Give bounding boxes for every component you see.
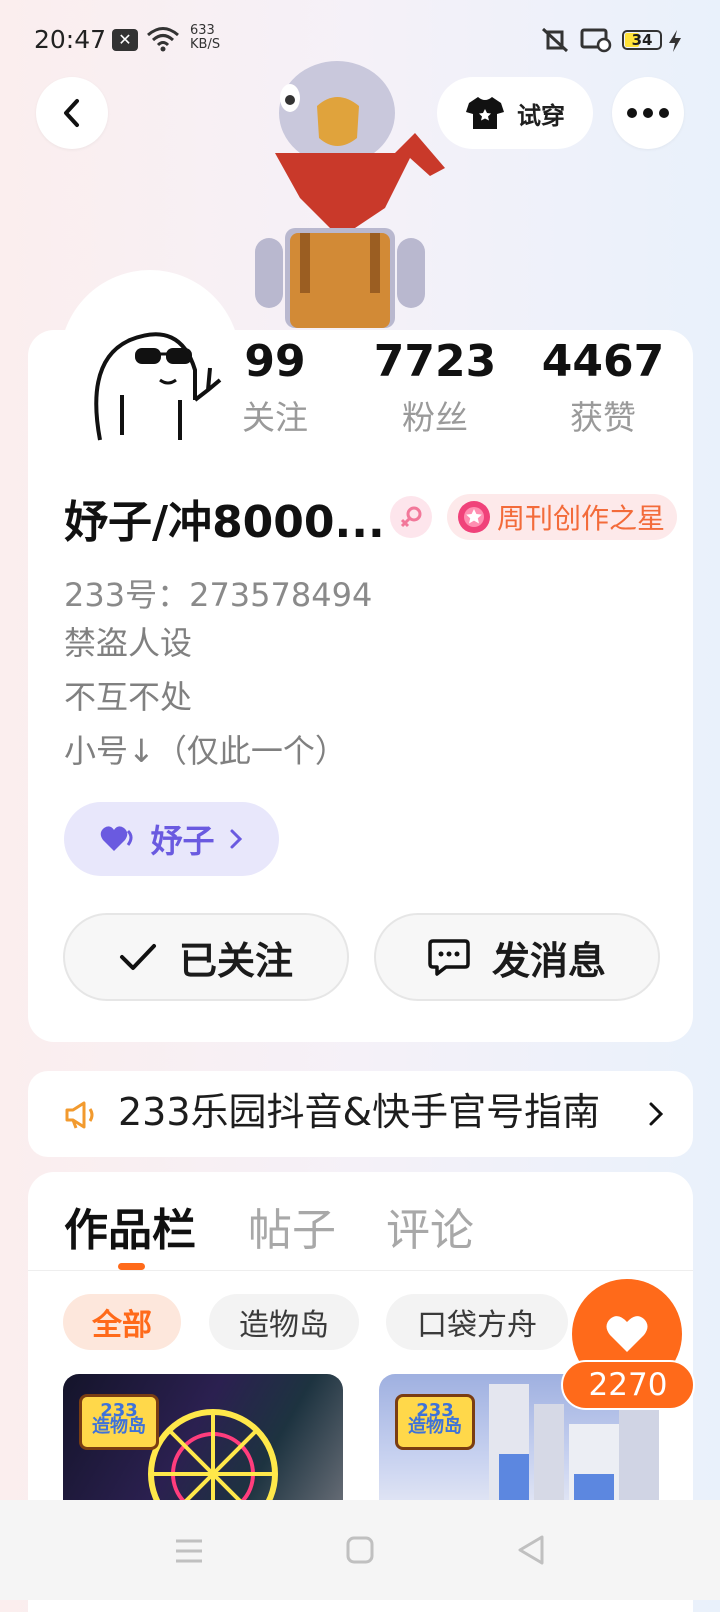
likes-count: 4467	[541, 336, 665, 387]
net-speed: 633 KB/S	[190, 23, 221, 52]
megaphone-icon	[65, 1101, 94, 1129]
creator-star-badge[interactable]: 周刊创作之星	[447, 494, 678, 540]
back-icon[interactable]	[516, 1534, 546, 1566]
linked-account-name: 妤子	[150, 822, 215, 860]
fans-count: 7723	[373, 336, 497, 387]
tab-posts[interactable]: 帖子	[248, 1194, 336, 1258]
fans-label: 粉丝	[402, 398, 468, 437]
star-badge-icon	[458, 501, 490, 533]
island-logo: 233 造物岛	[79, 1394, 159, 1450]
bio-line: 禁盗人设	[64, 624, 193, 662]
heart-link-icon	[101, 826, 133, 851]
heart-icon	[606, 1316, 648, 1352]
tab-divider	[28, 1270, 693, 1271]
tab-comments[interactable]: 评论	[386, 1194, 474, 1258]
female-icon	[390, 496, 432, 538]
more-options-button[interactable]	[612, 77, 684, 149]
announcement-text: 233乐园抖音&快手官号指南	[118, 1090, 601, 1134]
try-on-label: 试穿	[517, 101, 565, 130]
following-count: 99	[244, 336, 306, 387]
status-time: 20:47	[34, 25, 107, 54]
filter-all[interactable]: 全部	[63, 1294, 181, 1350]
more-icon	[627, 108, 669, 118]
filter-island[interactable]: 造物岛	[209, 1294, 359, 1350]
profile-name: 妤子/冲8000...	[64, 497, 385, 548]
battery-icon: 34	[622, 30, 662, 50]
stat-fans[interactable]: 7723 粉丝	[360, 336, 510, 439]
work-thumbnail[interactable]: 233 造物岛	[63, 1374, 343, 1514]
menu-icon[interactable]	[174, 1538, 204, 1564]
charging-icon	[669, 30, 681, 52]
chat-bubble-icon	[428, 939, 470, 976]
announcement-bar[interactable]: 233乐园抖音&快手官号指南	[28, 1071, 693, 1157]
send-message-button[interactable]: 发消息	[374, 913, 660, 1001]
like-count: 2270	[561, 1360, 695, 1410]
character-avatar-image	[255, 61, 445, 328]
likes-label: 获赞	[570, 398, 636, 437]
check-icon	[119, 944, 156, 970]
shirt-icon	[466, 97, 504, 129]
screen-cast-icon	[580, 28, 612, 53]
stat-following[interactable]: 99 关注	[200, 336, 350, 439]
system-navigation-bar	[0, 1500, 720, 1600]
linked-account-chip[interactable]: 妤子	[64, 802, 279, 876]
active-tab-indicator	[118, 1263, 145, 1270]
stat-likes[interactable]: 4467 获赞	[528, 336, 678, 439]
account-id[interactable]: 233号：273578494	[64, 570, 372, 616]
tab-works[interactable]: 作品栏	[64, 1194, 196, 1258]
bio-line: 不互不处	[64, 678, 193, 716]
bio-line: 小号↓（仅此一个）	[64, 732, 347, 770]
island-logo: 233 造物岛	[395, 1394, 475, 1450]
mute-vibrate-icon	[541, 27, 569, 53]
chevron-right-icon	[230, 829, 242, 849]
badge-label: 周刊创作之星	[497, 502, 666, 535]
home-icon[interactable]	[346, 1536, 374, 1564]
following-label: 关注	[242, 398, 308, 437]
back-arrow-icon	[64, 99, 79, 127]
back-button[interactable]	[36, 77, 108, 149]
try-on-button[interactable]: 试穿	[437, 77, 593, 149]
filter-pocket-ark[interactable]: 口袋方舟	[386, 1294, 568, 1350]
notification-icon: ✕	[112, 29, 138, 51]
send-message-label: 发消息	[491, 938, 606, 983]
followed-button[interactable]: 已关注	[63, 913, 349, 1001]
followed-label: 已关注	[178, 938, 293, 983]
wifi-icon	[147, 27, 179, 52]
chevron-right-icon	[649, 1102, 664, 1126]
